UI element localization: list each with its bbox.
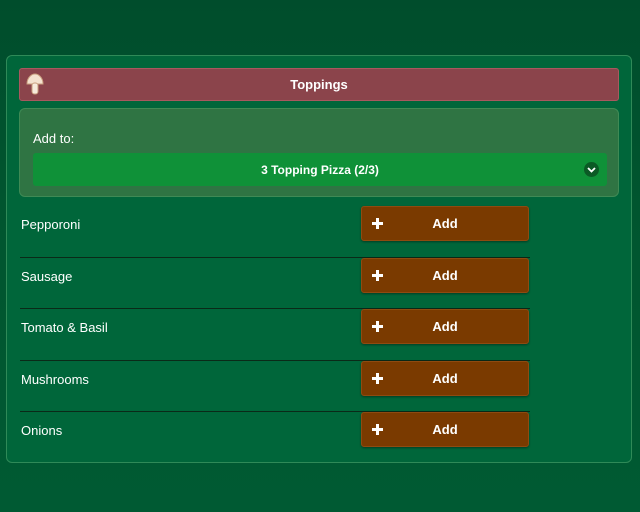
add-to-label: Add to: [33,131,75,146]
topping-name: Pepporoni [21,217,81,232]
toppings-list: Pepporoni Add Sausage Add Tomato & Basil [20,206,530,464]
chevron-down-icon [584,162,599,177]
topping-name: Mushrooms [21,371,89,387]
toppings-panel: Toppings Add to: 3 Topping Pizza (2/3) P… [6,55,632,463]
add-tomato-basil-button[interactable]: Add [361,309,529,344]
plus-icon [371,423,384,436]
toppings-title: Toppings [290,77,348,92]
add-button-label: Add [432,267,458,283]
list-item: Pepporoni Add [20,206,530,258]
plus-icon [371,320,384,333]
add-onions-button[interactable]: Add [361,412,529,447]
add-to-section: Add to: 3 Topping Pizza (2/3) [19,108,619,197]
topping-name: Sausage [21,268,73,284]
add-mushrooms-button[interactable]: Add [361,360,529,396]
add-button-label: Add [432,319,458,334]
mushroom-icon [26,73,44,97]
list-item: Onions Add [20,412,530,464]
plus-icon [371,372,384,385]
list-item: Mushrooms Add [20,360,530,412]
add-button-label: Add [432,370,458,386]
add-pepporoni-button[interactable]: Add [361,206,529,241]
add-sausage-button[interactable]: Add [361,257,529,293]
list-item: Sausage Add [20,257,530,309]
pizza-select[interactable]: 3 Topping Pizza (2/3) [33,153,607,186]
add-button-label: Add [432,216,458,231]
plus-icon [371,269,384,282]
topping-name: Onions [21,423,63,438]
plus-icon [371,217,384,230]
pizza-select-value: 3 Topping Pizza (2/3) [261,162,379,177]
add-button-label: Add [432,422,458,437]
topping-name: Tomato & Basil [21,320,108,335]
list-item: Tomato & Basil Add [20,309,530,361]
toppings-header: Toppings [19,68,619,101]
